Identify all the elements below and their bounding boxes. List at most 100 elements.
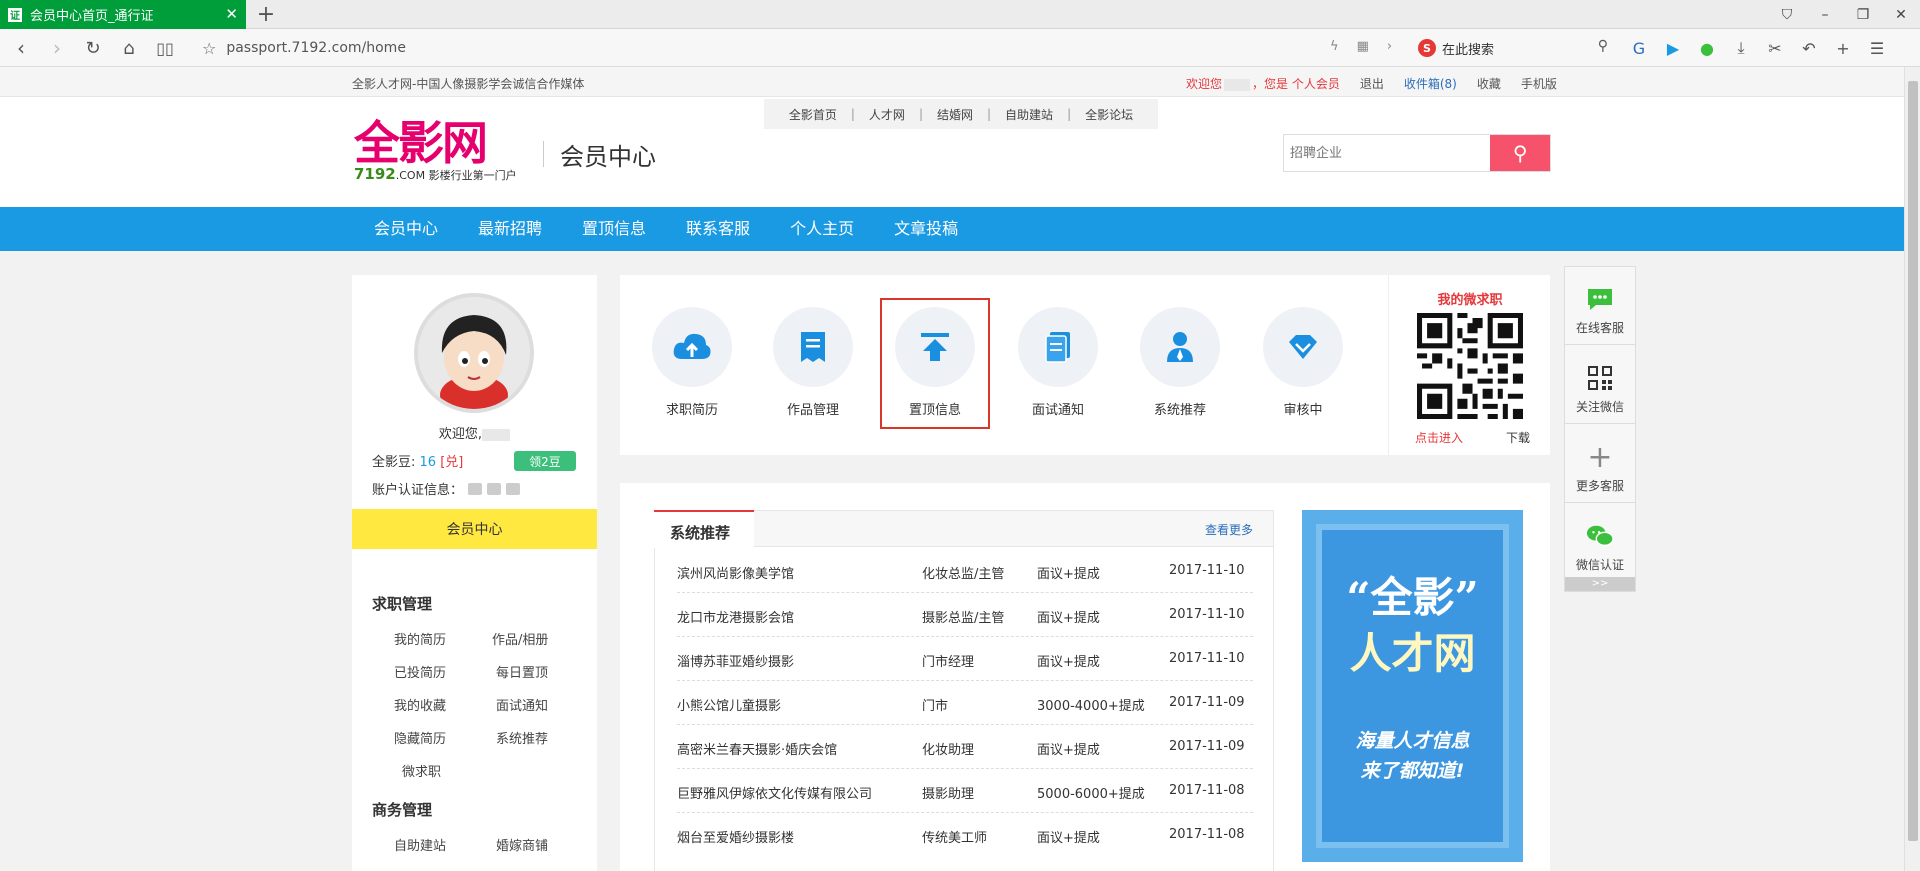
favorites-link[interactable]: 收藏 [1477, 75, 1501, 92]
qr-enter-link[interactable]: 点击进入 [1415, 429, 1463, 446]
row-company[interactable]: 淄博苏菲亚婚纱摄影 [677, 651, 794, 670]
nav-latest-jobs[interactable]: 最新招聘 [458, 207, 562, 251]
get-beans-button[interactable]: 领2豆 [514, 451, 576, 471]
table-row[interactable]: 巨野雅风伊嫁依文化传媒有限公司 摄影助理 5000-6000+提成 2017-11-0… [677, 769, 1253, 813]
reader-icon[interactable]: ▯▯ [152, 35, 178, 61]
portal-link-sitebuilder[interactable]: 自助建站 [1005, 106, 1053, 123]
sidebar-item-sitebuilder[interactable]: 自助建站 [394, 835, 446, 854]
main-nav: 会员中心 最新招聘 置顶信息 联系客服 个人主页 文章投稿 [0, 207, 1904, 251]
quick-interview[interactable]: 面试通知 [1008, 307, 1108, 418]
recommend-tab[interactable]: 系统推荐 [654, 510, 754, 548]
portal-link-home[interactable]: 全影首页 [789, 106, 837, 123]
sidebar-item-favorites[interactable]: 我的收藏 [394, 695, 446, 714]
table-row[interactable]: 淄博苏菲亚婚纱摄影 门市经理 面议+提成 2017-11-10 [677, 637, 1253, 681]
avatar[interactable] [414, 293, 534, 413]
qr-icon[interactable]: ▦ [1357, 39, 1369, 54]
portal-link-wedding[interactable]: 结婚网 [937, 106, 973, 123]
nav-member-center[interactable]: 会员中心 [354, 207, 458, 251]
sidebar-item-wedding-shop[interactable]: 婚嫁商铺 [496, 835, 548, 854]
flash-icon[interactable]: ϟ [1330, 39, 1339, 54]
scrollbar-thumb[interactable] [1908, 81, 1918, 841]
expand-icon[interactable]: › [1387, 39, 1392, 54]
quick-works[interactable]: 作品管理 [763, 307, 863, 418]
member-center-button[interactable]: 会员中心 [352, 509, 597, 549]
refresh-icon[interactable]: ↻ [80, 35, 106, 61]
table-row[interactable]: 龙口市龙港摄影会馆 摄影总监/主管 面议+提成 2017-11-10 [677, 593, 1253, 637]
sidebar-item-interview[interactable]: 面试通知 [496, 695, 548, 714]
nav-top-info[interactable]: 置顶信息 [562, 207, 666, 251]
sidebar-item-micro-job[interactable]: 微求职 [402, 761, 441, 780]
row-company[interactable]: 高密米兰春天摄影·婚庆会馆 [677, 739, 837, 758]
inbox-link[interactable]: 收件箱(8) [1404, 75, 1457, 92]
site-slogan: 全影人才网-中国人像摄影学会诚信合作媒体 [352, 77, 585, 91]
sidebar-item-daily-top[interactable]: 每日置顶 [496, 662, 548, 681]
page-scrollbar[interactable] [1904, 67, 1920, 871]
quick-reviewing[interactable]: 审核中 [1253, 307, 1353, 418]
phone-verify-icon[interactable] [468, 482, 483, 495]
row-company[interactable]: 小熊公馆儿童摄影 [677, 695, 781, 714]
download-icon[interactable]: ⤓ [1730, 36, 1752, 60]
mobile-link[interactable]: 手机版 [1521, 75, 1557, 92]
view-more-link[interactable]: 查看更多 [1205, 521, 1253, 538]
follow-wechat-button[interactable]: 关注微信 [1565, 346, 1635, 424]
nav-article-submit[interactable]: 文章投稿 [874, 207, 978, 251]
portal-link-forum[interactable]: 全影论坛 [1085, 106, 1133, 123]
highlight-box [880, 298, 990, 429]
quick-resume-label: 求职简历 [665, 403, 718, 418]
site-logo[interactable]: 全影网 7192.COM 影楼行业第一门户 [354, 119, 530, 189]
home-icon[interactable]: ⌂ [116, 35, 142, 61]
bookmark-star-icon[interactable]: ☆ [202, 39, 216, 58]
more-service-button[interactable]: + 更多客服 [1565, 425, 1635, 503]
menu-icon[interactable]: ☰ [1866, 36, 1888, 60]
nav-contact-service[interactable]: 联系客服 [666, 207, 770, 251]
back-icon[interactable]: ‹ [8, 35, 34, 61]
table-row[interactable]: 高密米兰春天摄影·婚庆会馆 化妆助理 面议+提成 2017-11-09 [677, 725, 1253, 769]
close-window-icon[interactable]: ✕ [1882, 0, 1920, 29]
online-service-button[interactable]: 在线客服 [1565, 267, 1635, 345]
qr-code-icon [1417, 313, 1523, 419]
url-field[interactable]: ☆ passport.7192.com/home [202, 36, 1382, 60]
close-tab-icon[interactable]: ✕ [225, 5, 238, 23]
new-tab-button[interactable]: + [254, 2, 278, 27]
wardrobe-icon[interactable]: ⛉ [1768, 0, 1806, 29]
talent-banner[interactable]: “全影” 人才网 海量人才信息 来了都知道! [1302, 510, 1523, 862]
table-row[interactable]: 滨州风尚影像美学馆 化妆总监/主管 面议+提成 2017-11-10 [677, 549, 1253, 593]
minimize-icon[interactable]: – [1806, 0, 1844, 29]
table-row[interactable]: 烟台至爱婚纱摄影楼 传统美工师 面议+提成 2017-11-08 [677, 813, 1253, 857]
site-search-button[interactable]: ⚲ [1490, 135, 1550, 171]
beans-exchange-link[interactable]: [兑] [440, 455, 463, 470]
sidebar-item-recommend[interactable]: 系统推荐 [496, 728, 548, 747]
wechat-verify-icon[interactable] [506, 482, 521, 495]
site-search-input[interactable] [1284, 135, 1491, 171]
play-icon[interactable]: ▶ [1662, 36, 1684, 60]
row-company[interactable]: 滨州风尚影像美学馆 [677, 563, 794, 582]
translate-icon[interactable]: G [1628, 36, 1650, 60]
portal-link-talent[interactable]: 人才网 [869, 106, 905, 123]
row-salary: 5000-6000+提成 [1037, 787, 1145, 802]
sidebar-item-hidden-resume[interactable]: 隐藏简历 [394, 728, 446, 747]
row-company[interactable]: 烟台至爱婚纱摄影楼 [677, 827, 794, 846]
browser-search-box[interactable]: S 在此搜索 ⚲ [1418, 35, 1608, 61]
sidebar-item-submitted[interactable]: 已投简历 [394, 662, 446, 681]
wechat-verify-button[interactable]: 微信认证 [1565, 504, 1635, 582]
sidebar-item-works[interactable]: 作品/相册 [492, 629, 548, 648]
add-icon[interactable]: + [1832, 36, 1854, 60]
restore-icon[interactable]: ❐ [1844, 0, 1882, 29]
quick-recommend[interactable]: 系统推荐 [1130, 307, 1230, 418]
scissors-icon[interactable]: ✂ [1764, 36, 1786, 60]
row-company[interactable]: 龙口市龙港摄影会馆 [677, 607, 794, 626]
undo-icon[interactable]: ↶ [1798, 36, 1820, 60]
logout-link[interactable]: 退出 [1360, 75, 1384, 92]
browser-tab[interactable]: 证 会员中心首页_通行证 ✕ [0, 0, 246, 29]
quick-resume[interactable]: 求职简历 [642, 307, 742, 418]
sidebar-item-my-resume[interactable]: 我的简历 [394, 629, 446, 648]
wechat-icon[interactable]: ● [1696, 36, 1718, 60]
forward-icon[interactable]: › [44, 35, 70, 61]
collapse-bar-button[interactable]: >> [1565, 577, 1635, 591]
table-row[interactable]: 小熊公馆儿童摄影 门市 3000-4000+提成 2017-11-09 [677, 681, 1253, 725]
email-verify-icon[interactable] [487, 482, 502, 495]
nav-personal-home[interactable]: 个人主页 [770, 207, 874, 251]
qr-download-link[interactable]: 下载 [1506, 429, 1530, 446]
row-company[interactable]: 巨野雅风伊嫁依文化传媒有限公司 [677, 783, 872, 802]
search-icon[interactable]: ⚲ [1598, 38, 1608, 54]
